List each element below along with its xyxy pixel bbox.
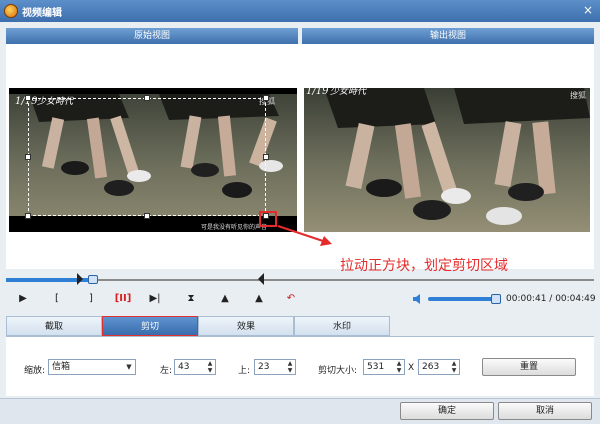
- crop-handle-bottom-left[interactable]: [25, 213, 31, 219]
- crop-handle-top-left[interactable]: [25, 95, 31, 101]
- crop-width-input[interactable]: 531 ▲ ▼: [363, 359, 405, 375]
- go-to-start-button[interactable]: ⧗: [182, 290, 200, 308]
- left-offset-input[interactable]: 43 ▲ ▼: [174, 359, 216, 375]
- spinner-arrows-icon[interactable]: ▲ ▼: [449, 360, 459, 374]
- output-overlay-date: 1/19: [306, 88, 329, 97]
- close-icon[interactable]: ×: [580, 3, 596, 18]
- spinner-arrows-icon[interactable]: ▲ ▼: [285, 360, 295, 374]
- spinner-arrows-icon[interactable]: ▲ ▼: [205, 360, 215, 374]
- left-label: 左:: [160, 366, 173, 376]
- chevron-down-icon[interactable]: ▼: [123, 360, 135, 374]
- mark-in-button[interactable]: [: [48, 290, 66, 308]
- time-display: 00:00:41 / 00:04:49: [506, 294, 596, 304]
- video-subtitle: 可是我没有听见你的声音: [201, 223, 267, 231]
- zoom-value: 信箱: [52, 362, 71, 372]
- time-separator: /: [546, 294, 556, 304]
- crop-rectangle[interactable]: [28, 98, 266, 216]
- mark-out-button[interactable]: ]: [82, 290, 100, 308]
- output-video: 1/19 少女時代 搜狐: [304, 88, 590, 232]
- seek-thumb[interactable]: [88, 275, 99, 284]
- crop-size-label: 剪切大小:: [318, 366, 358, 376]
- edit-tabs: 截取 剪切 效果 水印: [6, 316, 594, 336]
- top-label: 上:: [238, 366, 251, 376]
- total-time: 00:04:49: [555, 294, 596, 304]
- current-time: 00:00:41: [506, 294, 547, 304]
- tab-effects[interactable]: 效果: [198, 316, 294, 336]
- crop-handle-bottom[interactable]: [144, 213, 150, 219]
- play-button[interactable]: ▶: [14, 290, 32, 308]
- callout-text: 拉动正方块，划定剪切区域: [340, 258, 508, 274]
- callout-arrow-icon: [277, 225, 332, 246]
- crop-width-value: 531: [367, 362, 385, 372]
- volume-thumb[interactable]: [491, 294, 501, 304]
- left-offset-value: 43: [178, 362, 190, 372]
- top-offset-input[interactable]: 23 ▲ ▼: [254, 359, 296, 375]
- rotate-right-button[interactable]: ▲: [250, 290, 268, 308]
- zoom-label: 缩放:: [24, 366, 46, 376]
- window-title: 视频编辑: [22, 7, 62, 19]
- output-view-header: 输出视图: [302, 28, 594, 44]
- mark-in-icon[interactable]: [77, 273, 83, 285]
- size-separator: X: [408, 363, 415, 373]
- playback-controls: ▶ [ ] [II] ▶| ⧗ ▲ ▲ ↶ 00:00:41 / 00:04:4…: [0, 290, 600, 308]
- crop-height-input[interactable]: 263 ▲ ▼: [418, 359, 460, 375]
- spinner-arrows-icon[interactable]: ▲ ▼: [394, 360, 404, 374]
- callout-highlight-box: [259, 211, 277, 227]
- top-offset-value: 23: [258, 362, 270, 372]
- mark-out-icon[interactable]: [258, 273, 264, 285]
- crop-handle-top[interactable]: [144, 95, 150, 101]
- tab-crop[interactable]: 剪切: [102, 316, 198, 336]
- zoom-select[interactable]: 信箱 ▼: [48, 359, 136, 375]
- volume-icon[interactable]: [412, 293, 424, 305]
- reset-button[interactable]: 重置: [482, 358, 576, 376]
- crop-handle-top-right[interactable]: [263, 95, 269, 101]
- volume-slider[interactable]: [428, 297, 500, 301]
- app-icon: [4, 4, 18, 18]
- tab-watermark[interactable]: 水印: [294, 316, 390, 336]
- original-view-header: 原始视图: [6, 28, 298, 44]
- output-overlay-corner-logo: 搜狐: [570, 90, 586, 100]
- crop-height-value: 263: [422, 362, 440, 372]
- cancel-button[interactable]: 取消: [498, 402, 592, 420]
- output-overlay-title: 少女時代: [330, 88, 367, 97]
- crop-handle-left[interactable]: [25, 154, 31, 160]
- clip-button[interactable]: [II]: [114, 290, 132, 308]
- rotate-left-button[interactable]: ▲: [216, 290, 234, 308]
- tab-trim[interactable]: 截取: [6, 316, 102, 336]
- crop-handle-right[interactable]: [263, 154, 269, 160]
- undo-button[interactable]: ↶: [282, 290, 300, 308]
- seek-bar[interactable]: [6, 273, 594, 285]
- title-bar: 视频编辑 ×: [0, 0, 600, 22]
- ok-button[interactable]: 确定: [400, 402, 494, 420]
- next-frame-button[interactable]: ▶|: [146, 290, 164, 308]
